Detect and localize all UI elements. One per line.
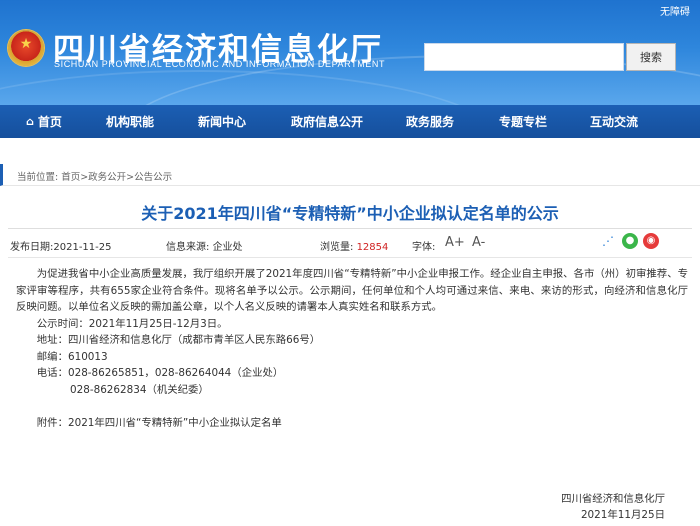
- nav-item-services[interactable]: 政务服务: [406, 105, 454, 138]
- nav-item-info-disclosure[interactable]: 政府信息公开: [291, 105, 363, 138]
- publish-date-value: 2021-11-25: [53, 242, 112, 253]
- nav-item-functions[interactable]: 机构职能: [106, 105, 154, 138]
- signature-date: 2021年11月25日: [580, 509, 665, 521]
- breadcrumb-bar: 当前位置: 首页>政务公开>公告公示: [0, 164, 700, 186]
- weibo-share-icon[interactable]: ◉: [643, 233, 659, 249]
- contact-phone: 电话：028-86265851，028-86264044（企业处）: [36, 367, 284, 379]
- national-emblem-icon: [8, 30, 44, 66]
- main-nav: ⌂ 首页 机构职能 新闻中心 政府信息公开 政务服务 专题专栏 互动交流: [0, 105, 700, 138]
- contact-phone-2: 028-86262834（机关纪委）: [70, 383, 209, 396]
- search-button[interactable]: 搜索: [626, 43, 676, 71]
- publish-date-label: 发布日期:: [10, 242, 54, 253]
- breadcrumb[interactable]: 当前位置: 首页>政务公开>公告公示: [17, 169, 172, 183]
- views-label: 浏览量:: [320, 242, 354, 253]
- divider: [8, 257, 692, 258]
- publish-date: 发布日期:2021-11-25: [10, 238, 112, 253]
- wechat-share-icon[interactable]: ●: [622, 233, 638, 249]
- contact-postcode: 邮编：610013: [36, 350, 108, 363]
- nav-item-topics[interactable]: 专题专栏: [499, 105, 547, 138]
- accessibility-link[interactable]: 无障碍: [660, 3, 690, 18]
- view-count: 浏览量: 12854: [320, 238, 388, 253]
- article-title: 关于2021年四川省“专精特新”中小企业拟认定名单的公示: [141, 204, 559, 223]
- nav-item-news[interactable]: 新闻中心: [198, 105, 246, 138]
- signature-org: 四川省经济和信息化厅: [561, 493, 665, 505]
- share-icon[interactable]: ⋰: [600, 233, 616, 249]
- attachment-link[interactable]: 附件：2021年四川省“专精特新”中小企业拟认定名单: [16, 415, 688, 432]
- font-size-label: 字体:: [412, 242, 436, 253]
- views-value: 12854: [356, 242, 389, 253]
- info-source: 信息来源: 企业处: [166, 238, 243, 253]
- article-paragraph: 为促进我省中小企业高质量发展，我厅组织开展了2021年度四川省“专精特新”中小企…: [16, 268, 688, 313]
- divider: [8, 228, 692, 229]
- contact-address: 地址：四川省经济和信息化厅（成都市青羊区人民东路66号）: [36, 334, 321, 346]
- search-input[interactable]: [424, 43, 624, 71]
- home-icon: ⌂: [26, 115, 34, 128]
- font-increase-button[interactable]: A+: [445, 235, 465, 250]
- nav-item-interaction[interactable]: 互动交流: [590, 105, 638, 138]
- font-decrease-button[interactable]: A-: [472, 235, 485, 250]
- nav-label: 首页: [37, 115, 62, 129]
- site-subtitle: SICHUAN PROVINCIAL ECONOMIC AND INFORMAT…: [54, 59, 386, 69]
- source-value: 企业处: [212, 242, 243, 253]
- nav-item-home[interactable]: ⌂ 首页: [26, 105, 62, 138]
- notice-period: 公示时间：2021年11月25日-12月3日。: [36, 317, 228, 330]
- article-body: 为促进我省中小企业高质量发展，我厅组织开展了2021年度四川省“专精特新”中小企…: [16, 266, 688, 431]
- source-label: 信息来源:: [166, 242, 210, 253]
- header-banner: 无障碍 四川省经济和信息化厅 SICHUAN PROVINCIAL ECONOM…: [0, 0, 700, 105]
